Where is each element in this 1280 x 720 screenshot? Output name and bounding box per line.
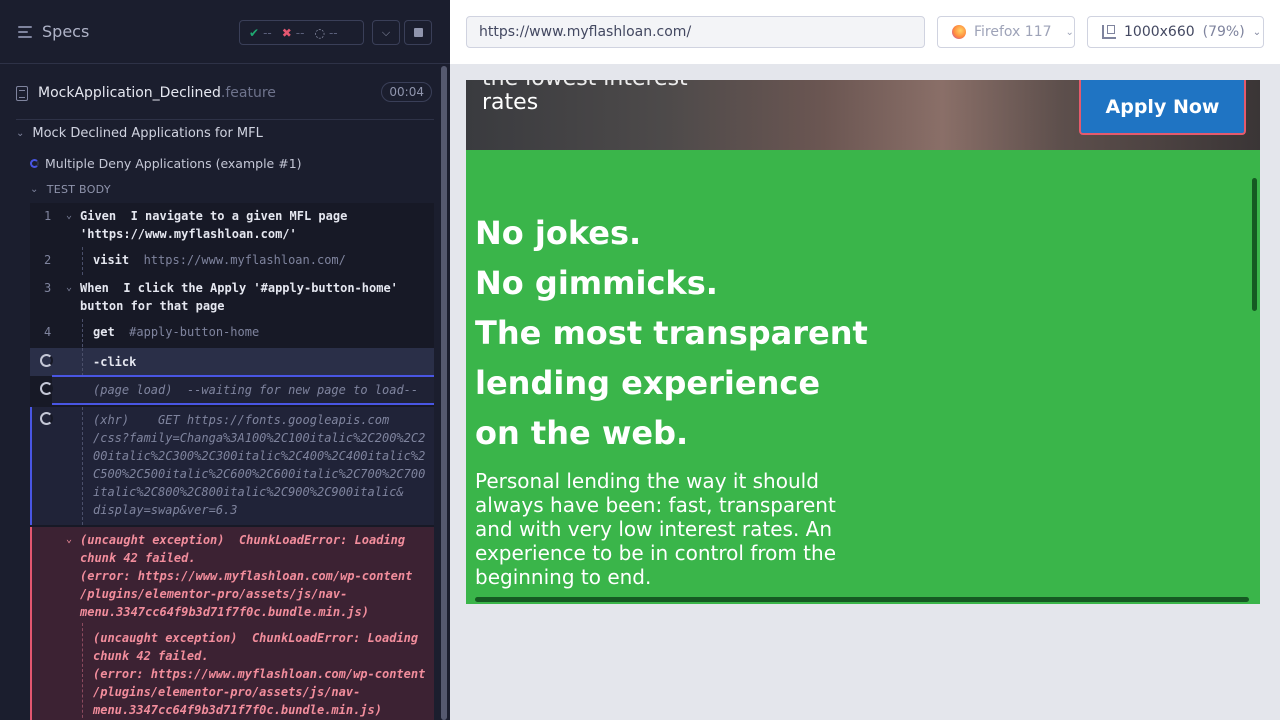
- specs-icon: [18, 25, 34, 39]
- aut-panel: https://www.myflashloan.com/ Firefox 117…: [450, 0, 1280, 720]
- hero-banner: the lowest interest rates Apply Now: [466, 80, 1260, 150]
- suite-title[interactable]: ⌄ Mock Declined Applications for MFL: [16, 126, 263, 141]
- expand-button[interactable]: ⌵: [372, 20, 400, 45]
- chevron-down-icon: ⌄: [16, 128, 25, 139]
- spinner-icon: [40, 354, 53, 367]
- failed-stat: ✖ --: [281, 25, 305, 40]
- command-given[interactable]: 1 ⌄ Given I navigate to a given MFL page…: [30, 207, 434, 243]
- command-click[interactable]: -click: [30, 348, 434, 376]
- spinner-icon: [40, 382, 53, 395]
- command-when[interactable]: 3 ⌄ When I click the Apply '#apply-butto…: [30, 279, 434, 315]
- test-title[interactable]: Multiple Deny Applications (example #1): [30, 156, 302, 171]
- reporter-panel: Specs ✔ -- ✖ -- ◌ -- ⌵ MockApplication_Decl…: [0, 0, 450, 720]
- headline: No jokes. No gimmicks. The most transpar…: [475, 214, 868, 452]
- spinner-icon: [30, 159, 39, 168]
- chevron-down-icon: ⌄: [66, 210, 73, 221]
- hero-text: the lowest interest rates: [482, 80, 688, 115]
- command-uncaught-exception[interactable]: ⌄ (uncaught exception) ChunkLoadError: L…: [30, 527, 434, 623]
- aut-horizontal-scrollbar[interactable]: [475, 597, 1249, 602]
- pending-icon: ◌: [314, 25, 325, 40]
- passed-stat: ✔ --: [249, 25, 272, 40]
- chevron-down-icon: ⌄: [66, 534, 73, 545]
- chevron-down-icon: ⌄: [1252, 26, 1262, 38]
- reporter-scrollbar-thumb[interactable]: [441, 66, 447, 720]
- command-visit[interactable]: 2 visit https://www.myflashloan.com/: [30, 251, 434, 269]
- spinner-icon: [40, 412, 53, 425]
- aut-vertical-scrollbar[interactable]: [1252, 178, 1257, 311]
- spec-file-name: MockApplication_Declined: [38, 85, 221, 101]
- reporter-header: Specs ✔ -- ✖ -- ◌ -- ⌵: [0, 0, 450, 64]
- specs-toggle[interactable]: Specs: [18, 22, 89, 41]
- stop-icon: [413, 28, 423, 37]
- viewport-info[interactable]: 1000x660 (79%) ⌄: [1087, 16, 1264, 48]
- browser-selector[interactable]: Firefox 117 ⌄: [937, 16, 1075, 48]
- aut-iframe: the lowest interest rates Apply Now No j…: [466, 80, 1260, 604]
- stop-button[interactable]: [404, 20, 432, 45]
- specs-label: Specs: [42, 22, 90, 41]
- command-page-load[interactable]: (page load) --waiting for new page to lo…: [40, 375, 434, 405]
- aut-header: https://www.myflashloan.com/ Firefox 117…: [450, 0, 1280, 64]
- file-icon: [16, 85, 28, 101]
- suite-label: Mock Declined Applications for MFL: [32, 126, 263, 141]
- x-icon: ✖: [281, 25, 292, 40]
- check-icon: ✔: [249, 25, 260, 40]
- test-body-label[interactable]: ⌄ TEST BODY: [30, 183, 111, 196]
- firefox-icon: [952, 25, 966, 39]
- chevron-down-icon: ⌄: [1065, 26, 1074, 38]
- spec-file-row[interactable]: MockApplication_Declined .feature 00:04: [16, 78, 434, 108]
- chevron-down-icon: ⌄: [66, 282, 73, 293]
- pending-stat: ◌ --: [314, 25, 338, 40]
- command-xhr[interactable]: (xhr) GET https://fonts.googleapis.com /…: [30, 407, 434, 525]
- spec-duration: 00:04: [381, 82, 432, 102]
- command-log: 1 ⌄ Given I navigate to a given MFL page…: [30, 203, 434, 720]
- chevron-down-icon: ⌄: [30, 184, 39, 195]
- viewport-icon: [1102, 25, 1116, 39]
- chevron-down-icon: ⌵: [381, 25, 391, 39]
- intro-paragraph: Personal lending the way it should alway…: [475, 469, 836, 589]
- command-get[interactable]: 4 get #apply-button-home: [30, 323, 434, 341]
- url-bar[interactable]: https://www.myflashloan.com/: [466, 16, 925, 48]
- test-stats: ✔ -- ✖ -- ◌ --: [239, 20, 364, 45]
- divider: [16, 119, 434, 120]
- spec-file-ext: .feature: [220, 85, 276, 101]
- test-label: Multiple Deny Applications (example #1): [45, 156, 302, 171]
- apply-now-button[interactable]: Apply Now: [1079, 80, 1246, 135]
- command-uncaught-exception[interactable]: (uncaught exception) ChunkLoadError: Loa…: [30, 623, 434, 720]
